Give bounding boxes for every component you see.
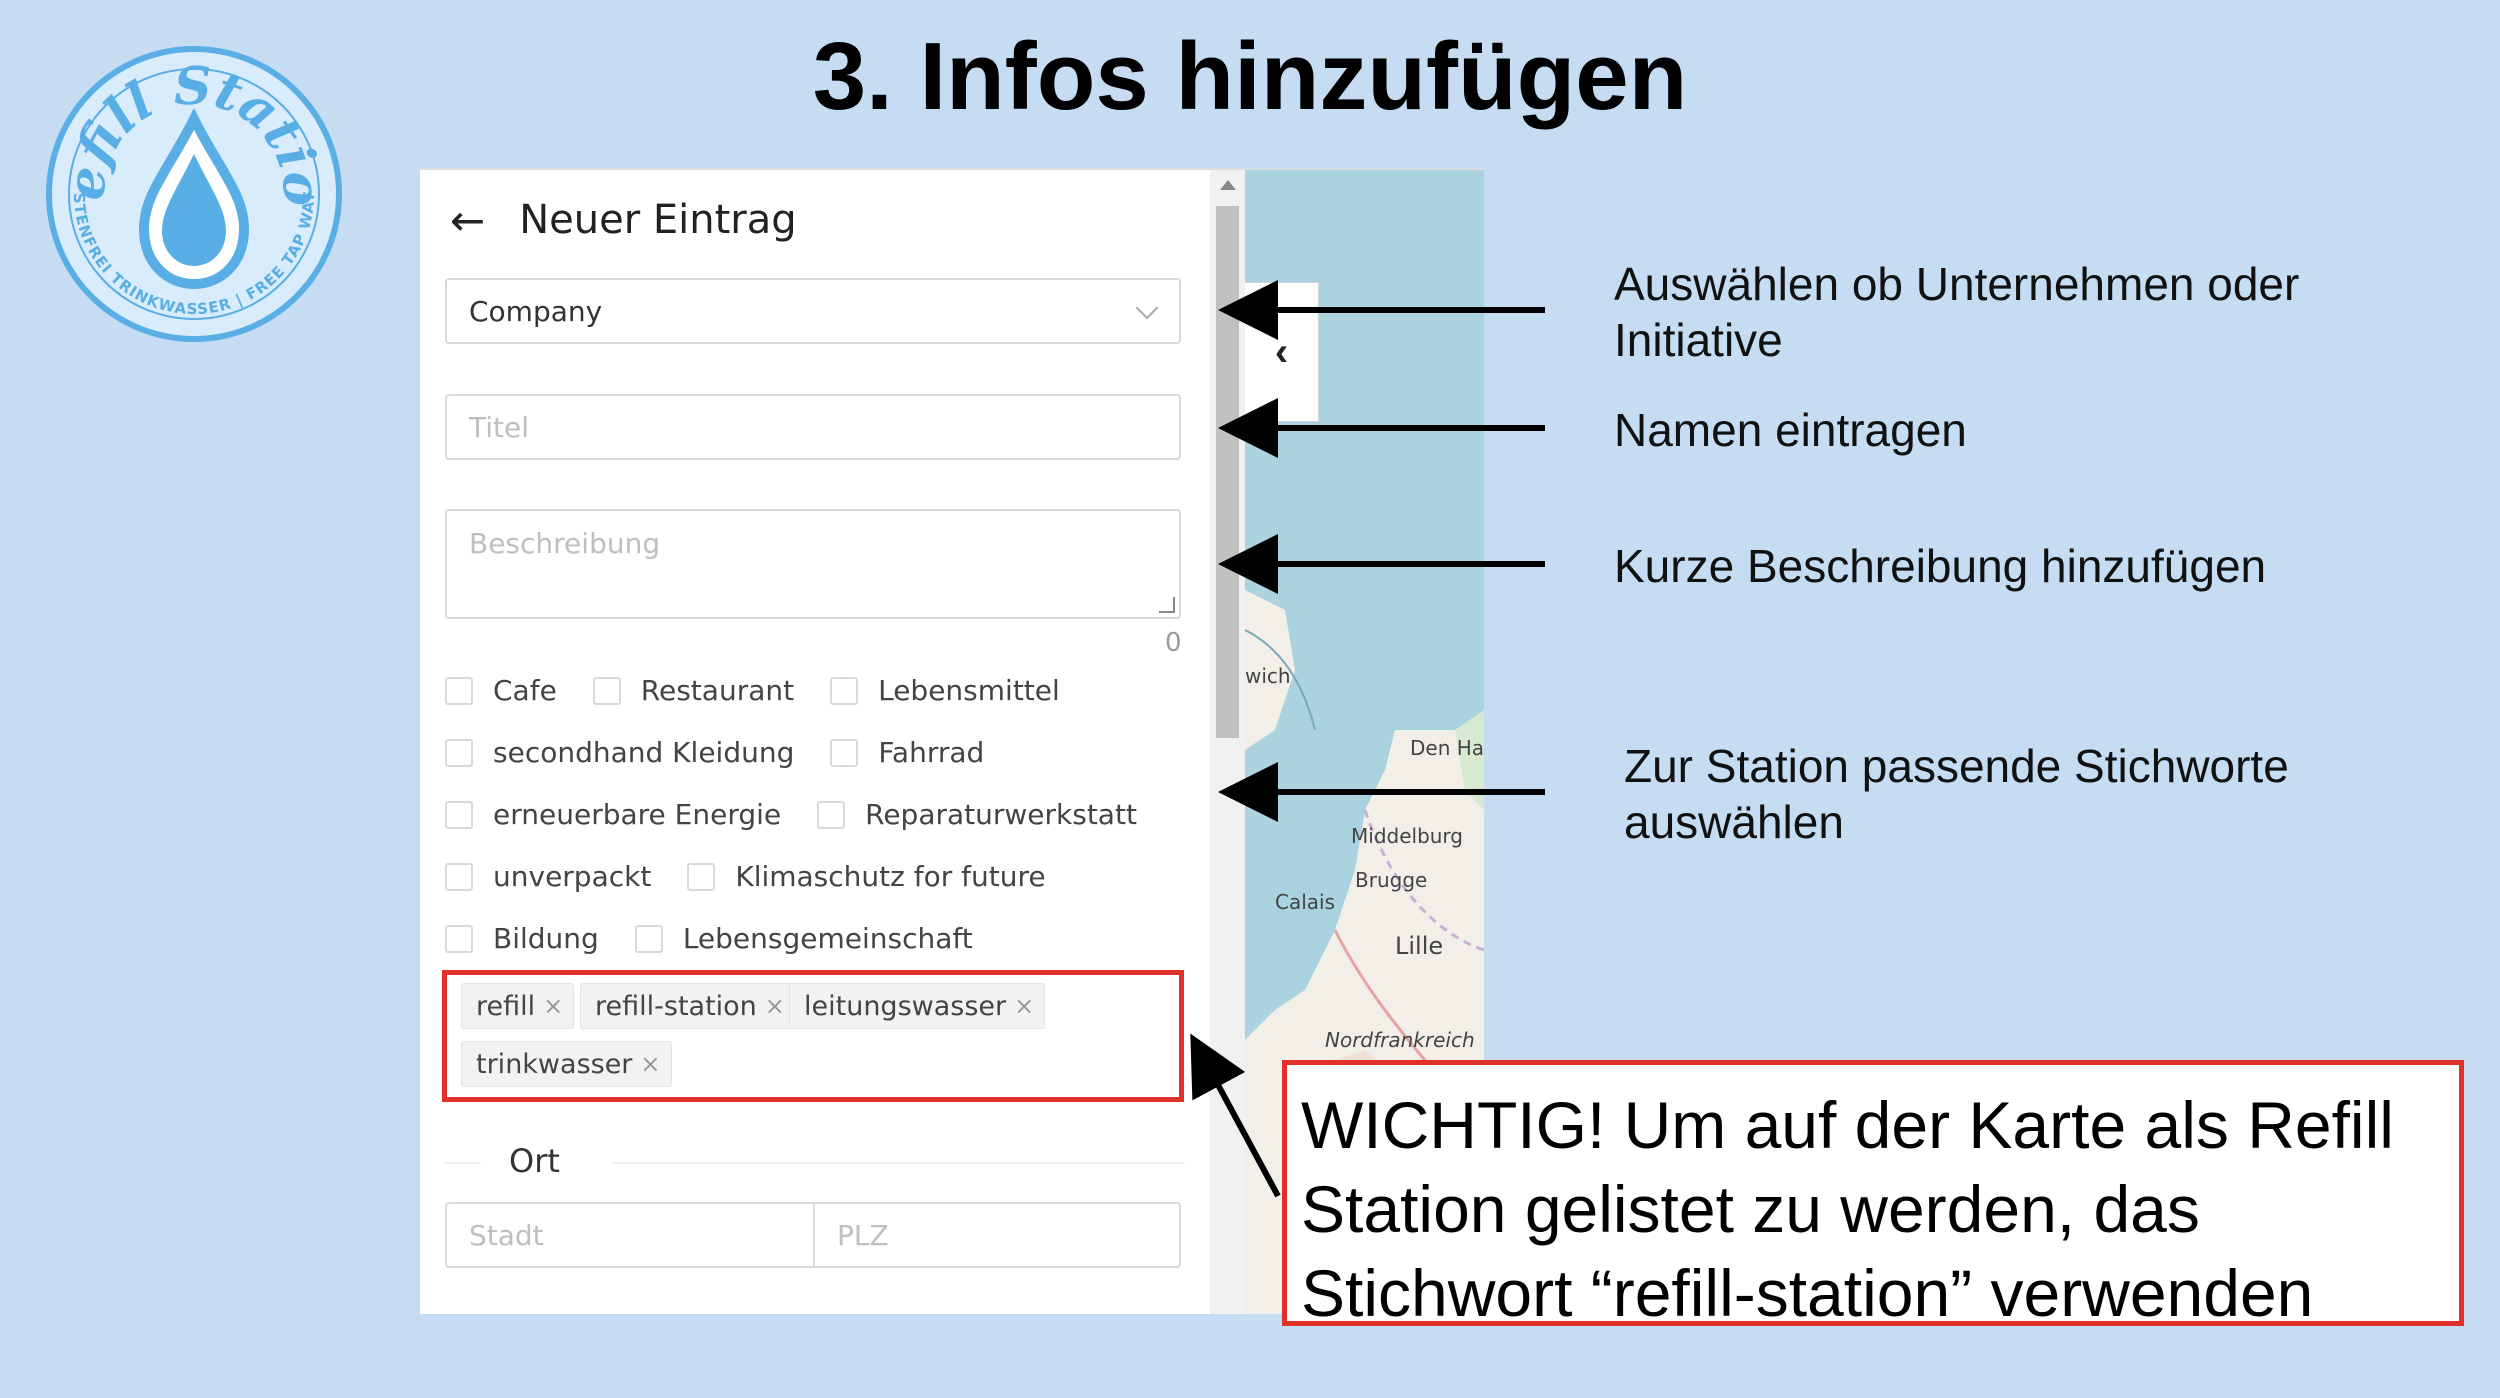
note-name: Namen eintragen [1614,404,1967,456]
arrow-warning [1190,1033,1281,1198]
refill-station-warning: WICHTIG! Um auf der Karte als Refill Sta… [1282,1060,2464,1330]
note-description: Kurze Beschreibung hinzufügen [1614,540,2267,592]
note-entry-type: Auswählen ob Unternehmen oder Initiative [1614,258,2300,366]
note-tags: Zur Station passende Stichworte auswähle… [1624,740,2289,848]
